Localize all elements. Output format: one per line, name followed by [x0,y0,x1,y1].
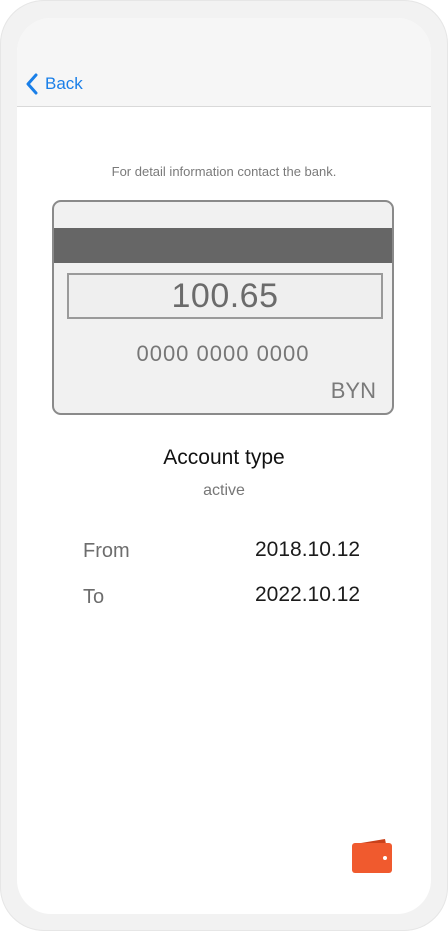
device-frame: Back For detail information contact the … [0,0,448,931]
to-date: 2022.10.12 [255,583,361,606]
back-label: Back [45,74,83,93]
balance-value: 100.65 [171,276,279,315]
app-screen: Back For detail information contact the … [17,18,431,914]
bank-card: 100.65 0000 0000 0000 BYN [52,200,394,415]
card-number: 0000 0000 0000 [136,341,310,366]
balance-field: 100.65 [67,273,383,319]
wallet-icon[interactable] [351,838,393,874]
account-status: active [203,482,245,499]
account-type-title: Account type [163,446,285,469]
to-label: To [83,586,105,608]
from-label: From [83,540,130,562]
contact-bank-hint: For detail information contact the bank. [111,164,337,179]
back-button[interactable]: Back [25,72,83,96]
from-date: 2018.10.12 [255,538,361,561]
currency-code: BYN [330,378,376,403]
magnetic-stripe [54,228,392,263]
navigation-bar: Back [17,18,431,107]
chevron-left-icon [25,73,39,95]
